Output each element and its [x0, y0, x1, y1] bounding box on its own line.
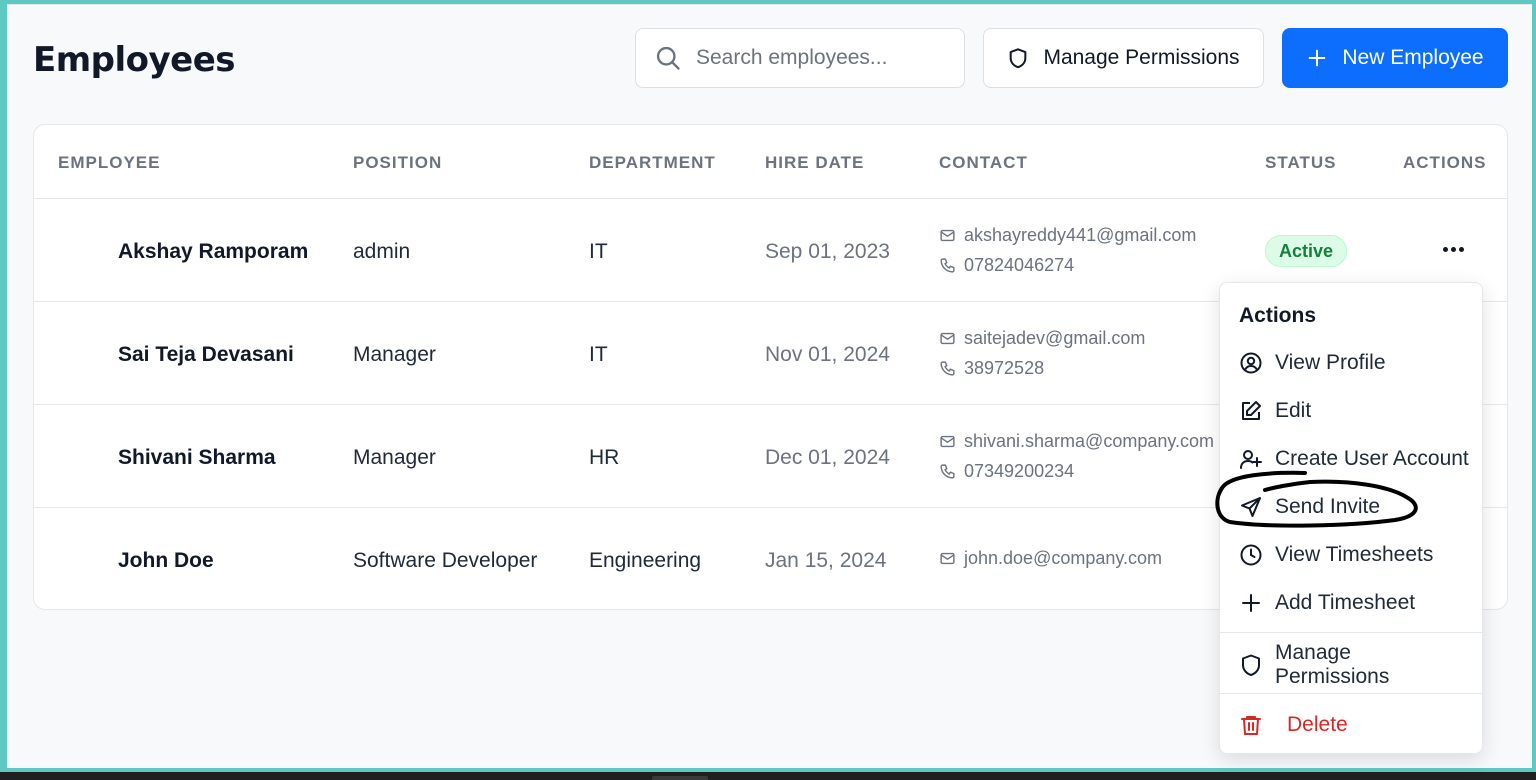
header-employee[interactable]: EMPLOYEE — [58, 153, 160, 173]
menu-item-label: View Profile — [1275, 351, 1386, 374]
contact-phone[interactable]: 07349200234 — [939, 461, 1074, 482]
header-hire-date[interactable]: HIRE DATE — [765, 153, 864, 173]
shield-icon — [1242, 654, 1260, 676]
contact-email[interactable]: akshayreddy441@gmail.com — [939, 225, 1196, 246]
header-position[interactable]: POSITION — [353, 153, 442, 173]
header-department[interactable]: DEPARTMENT — [589, 153, 716, 173]
search-icon — [656, 46, 680, 70]
contact-email[interactable]: saitejadev@gmail.com — [939, 328, 1145, 349]
phone-text: 07824046274 — [964, 255, 1075, 275]
employee-name[interactable]: Akshay Ramporam — [118, 240, 308, 264]
employee-department: IT — [589, 240, 608, 263]
menu-divider — [1220, 632, 1482, 633]
contact-email[interactable]: john.doe@company.com — [939, 548, 1162, 569]
page-content: Employees Manage Permissions New Employe… — [0, 0, 1536, 772]
phone-text: 07349200234 — [964, 461, 1075, 481]
email-text: akshayreddy441@gmail.com — [964, 225, 1197, 245]
email-text: john.doe@company.com — [964, 548, 1163, 568]
menu-item-add-timesheet[interactable]: Add Timesheet — [1239, 583, 1469, 623]
new-employee-button[interactable]: New Employee — [1282, 28, 1508, 88]
contact-email[interactable]: shivani.sharma@company.com — [939, 431, 1214, 452]
plus-icon — [1242, 594, 1260, 612]
taskbar-item[interactable] — [652, 776, 708, 780]
menu-item-label: Create User Account — [1275, 447, 1469, 470]
status-badge: Active — [1265, 235, 1347, 267]
header-actions: ACTIONS — [1403, 153, 1487, 172]
menu-item-view-timesheets[interactable]: View Timesheets — [1239, 535, 1469, 575]
menu-item-label: Manage Permissions — [1275, 641, 1390, 688]
menu-item-label: Delete — [1287, 713, 1348, 736]
mail-icon — [940, 229, 955, 242]
header-contact[interactable]: CONTACT — [939, 153, 1028, 173]
email-text: shivani.sharma@company.com — [964, 431, 1215, 451]
send-icon — [1241, 497, 1261, 517]
menu-item-edit[interactable]: Edit — [1239, 391, 1469, 431]
manage-permissions-button[interactable]: Manage Permissions — [983, 28, 1264, 88]
menu-item-label: Send Invite — [1275, 495, 1381, 518]
clock-icon — [1240, 544, 1262, 566]
header-status[interactable]: STATUS — [1265, 153, 1336, 173]
menu-divider — [1220, 693, 1482, 694]
menu-item-create-user-account[interactable]: Create User Account — [1239, 439, 1469, 479]
phone-icon — [940, 464, 955, 479]
employee-position: admin — [353, 240, 411, 263]
employee-department: HR — [589, 446, 620, 469]
contact-phone[interactable]: 38972528 — [939, 358, 1044, 379]
table-header: EMPLOYEE POSITION DEPARTMENT HIRE DATE C… — [34, 125, 1507, 199]
menu-item-label: Add Timesheet — [1275, 591, 1416, 614]
email-text: saitejadev@gmail.com — [964, 328, 1146, 348]
trash-icon — [1241, 716, 1261, 735]
phone-text: 38972528 — [964, 358, 1045, 378]
mail-icon — [940, 435, 955, 448]
mail-icon — [940, 332, 955, 345]
manage-permissions-label: Manage Permissions — [1043, 46, 1240, 69]
menu-item-view-profile[interactable]: View Profile — [1239, 343, 1469, 383]
mail-icon — [940, 552, 955, 565]
menu-item-delete[interactable]: Delete — [1239, 705, 1469, 745]
search-box[interactable] — [635, 28, 965, 88]
more-actions-button[interactable] — [1438, 237, 1468, 261]
employee-name[interactable]: John Doe — [118, 549, 214, 573]
phone-icon — [940, 258, 955, 273]
taskbar — [0, 772, 1536, 780]
actions-menu: Actions View Profile Edit Create User Ac… — [1219, 282, 1483, 754]
employee-hire-date: Jan 15, 2024 — [765, 549, 887, 572]
employee-hire-date: Dec 01, 2024 — [765, 446, 890, 469]
employee-position: Manager — [353, 343, 436, 366]
employee-department: Engineering — [589, 549, 702, 572]
shield-icon — [1010, 48, 1027, 69]
ellipsis-icon — [1442, 246, 1448, 252]
employee-name[interactable]: Shivani Sharma — [118, 446, 276, 470]
phone-icon — [940, 361, 955, 376]
employee-name[interactable]: Sai Teja Devasani — [118, 343, 294, 367]
employee-position: Manager — [353, 446, 436, 469]
contact-phone[interactable]: 07824046274 — [939, 255, 1074, 276]
user-circle-icon — [1240, 352, 1262, 374]
menu-item-label: View Timesheets — [1275, 543, 1434, 566]
menu-item-manage-permissions[interactable]: Manage Permissions — [1239, 641, 1469, 688]
search-input[interactable] — [696, 46, 936, 70]
user-plus-icon — [1240, 450, 1262, 469]
actions-menu-title: Actions — [1239, 304, 1317, 327]
menu-item-label: Edit — [1275, 399, 1312, 422]
employee-hire-date: Sep 01, 2023 — [765, 240, 890, 263]
employee-position: Software Developer — [353, 549, 538, 572]
employee-hire-date: Nov 01, 2024 — [765, 343, 890, 366]
employee-department: IT — [589, 343, 608, 366]
page-title: Employees — [33, 40, 236, 80]
edit-icon — [1242, 401, 1261, 420]
new-employee-label: New Employee — [1342, 46, 1484, 69]
plus-icon — [1309, 49, 1326, 67]
menu-item-send-invite[interactable]: Send Invite — [1239, 487, 1469, 527]
